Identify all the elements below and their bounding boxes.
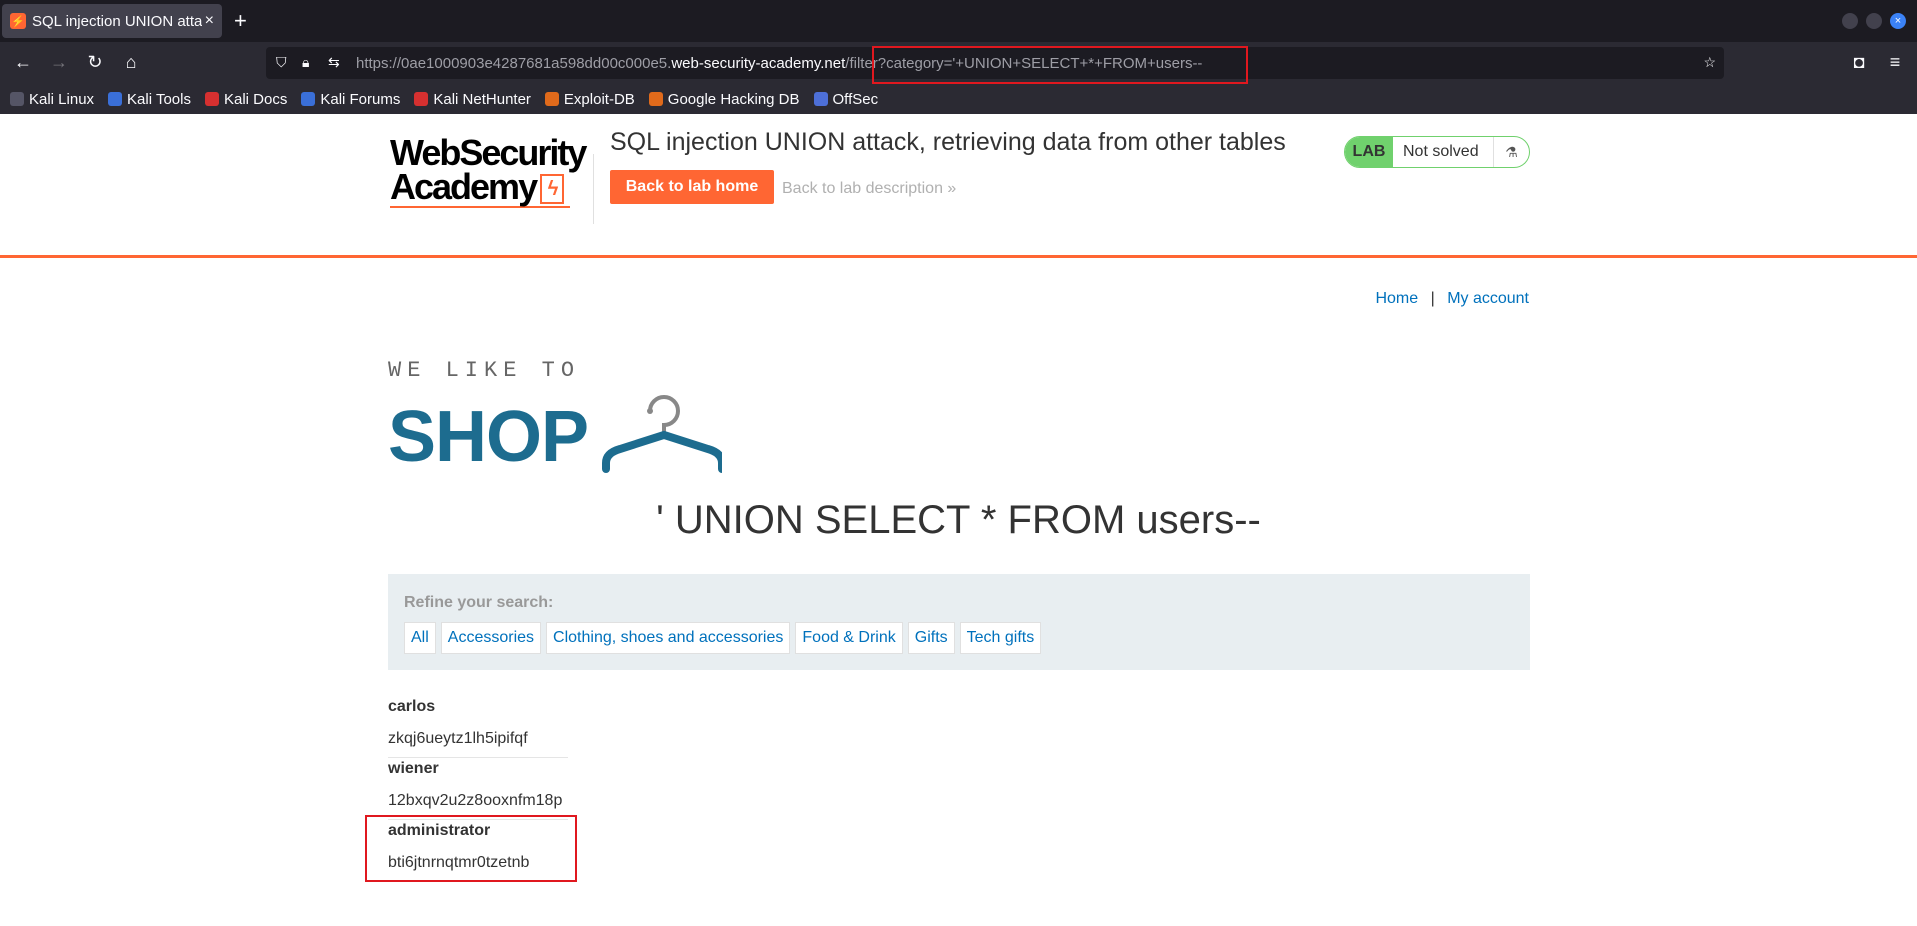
reload-icon[interactable]: ↻: [84, 52, 106, 73]
home-link[interactable]: Home: [1375, 290, 1418, 307]
bookmark-kali-linux[interactable]: Kali Linux: [10, 91, 94, 108]
lab-status: Not solved: [1403, 143, 1479, 160]
username-cell: wiener: [388, 760, 439, 777]
permissions-icon[interactable]: ⇆: [328, 54, 340, 71]
filter-food-drink[interactable]: Food & Drink: [795, 622, 903, 654]
admin-highlight-box: [365, 815, 577, 882]
lab-label: LAB: [1345, 137, 1393, 167]
close-window-icon[interactable]: ×: [1890, 13, 1906, 29]
url-highlight-box: [872, 46, 1248, 84]
bookmark-google-hacking-db[interactable]: Google Hacking DB: [648, 91, 800, 108]
bookmark-kali-forums[interactable]: Kali Forums: [301, 91, 400, 108]
tab-title: SQL injection UNION attack, retrieving d…: [32, 12, 202, 30]
shield-icon[interactable]: ⛉: [276, 54, 287, 71]
back-to-lab-description-link[interactable]: Back to lab description »: [782, 180, 956, 198]
pocket-icon[interactable]: ◘: [1848, 52, 1870, 73]
home-icon[interactable]: ⌂: [120, 52, 142, 73]
favicon-icon: ⚡: [10, 13, 26, 29]
menu-icon[interactable]: ≡: [1884, 52, 1906, 73]
logo-line-1: WebSecurity: [390, 132, 587, 173]
logo-line-2: Academy ϟ: [390, 169, 590, 205]
minimize-icon[interactable]: [1842, 13, 1858, 29]
top-nav-links: Home | My account: [1375, 290, 1529, 308]
lock-icon[interactable]: 🔒︎: [302, 54, 309, 71]
hanger-icon: [602, 395, 723, 473]
filter-clothing[interactable]: Clothing, shoes and accessories: [546, 622, 791, 654]
nethunter-icon: [414, 92, 429, 106]
exploit-db-icon: [544, 92, 559, 106]
my-account-link[interactable]: My account: [1447, 290, 1529, 307]
url-prefix: https://0ae1000903e4287681a598dd00c000e5…: [356, 55, 672, 72]
web-security-academy-logo[interactable]: WebSecurity Academy ϟ: [390, 132, 590, 226]
url-host: web-security-academy.net: [671, 55, 846, 72]
back-to-lab-home-button[interactable]: Back to lab home: [610, 170, 774, 204]
lightning-icon: ϟ: [540, 174, 565, 205]
filter-label: Refine your search:: [404, 594, 554, 611]
offsec-icon: [813, 92, 828, 106]
bookmark-offsec[interactable]: OffSec: [813, 91, 878, 108]
bookmark-kali-nethunter[interactable]: Kali NetHunter: [414, 91, 531, 108]
new-tab-icon[interactable]: +: [234, 8, 247, 34]
tab-bar: ⚡ SQL injection UNION attack, retrieving…: [0, 0, 1917, 42]
filter-tech-gifts[interactable]: Tech gifts: [959, 622, 1042, 654]
filter-list: All Accessories Clothing, shoes and acce…: [404, 622, 1514, 654]
table-row: carlos zkqj6ueytz1lh5ipifqf: [388, 696, 568, 758]
kali-icon: [10, 92, 24, 106]
bookmark-star-icon[interactable]: ☆: [1703, 54, 1716, 71]
flask-icon: ⚗: [1493, 137, 1529, 167]
password-cell: zkqj6ueytz1lh5ipifqf: [388, 730, 528, 747]
kali-docs-icon: [204, 92, 219, 106]
forward-icon[interactable]: →: [48, 52, 70, 73]
search-heading: ' UNION SELECT * FROM users--: [656, 498, 1261, 542]
filter-accessories[interactable]: Accessories: [440, 622, 542, 654]
shop-logo-text: SHOP: [388, 397, 589, 477]
back-icon[interactable]: ←: [12, 52, 34, 73]
lab-header: WebSecurity Academy ϟ SQL injection UNION…: [0, 114, 1917, 258]
lab-status-badge: LAB Not solved ⚗: [1344, 136, 1530, 168]
filter-gifts[interactable]: Gifts: [907, 622, 955, 654]
bookmark-kali-docs[interactable]: Kali Docs: [204, 91, 287, 108]
shop-logo: WE LIKE TO SHOP: [388, 358, 748, 473]
filter-all[interactable]: All: [404, 622, 436, 654]
password-cell: 12bxqv2u2z8ooxnfm18p: [388, 792, 563, 809]
maximize-icon[interactable]: [1866, 13, 1882, 29]
kali-tools-icon: [108, 92, 123, 106]
lab-title: SQL injection UNION attack, retrieving d…: [610, 128, 1286, 156]
ghdb-icon: [648, 92, 663, 106]
nav-separator: |: [1430, 290, 1435, 307]
filter-panel: Refine your search: All Accessories Clot…: [388, 574, 1530, 670]
logo-line-2-text: Academy: [390, 166, 538, 207]
kali-forums-icon: [301, 92, 316, 106]
table-row: wiener 12bxqv2u2z8ooxnfm18p: [388, 758, 568, 820]
shop-logo-tagline: WE LIKE TO: [388, 358, 581, 383]
bookmark-exploit-db[interactable]: Exploit-DB: [544, 91, 635, 108]
bookmark-kali-tools[interactable]: Kali Tools: [108, 91, 191, 108]
close-tab-icon[interactable]: ×: [205, 12, 214, 30]
bookmarks-bar: Kali Linux Kali Tools Kali Docs Kali For…: [0, 84, 1917, 114]
username-cell: carlos: [388, 698, 436, 715]
divider: [593, 154, 594, 224]
browser-tab[interactable]: ⚡ SQL injection UNION attack, retrieving…: [2, 4, 222, 38]
